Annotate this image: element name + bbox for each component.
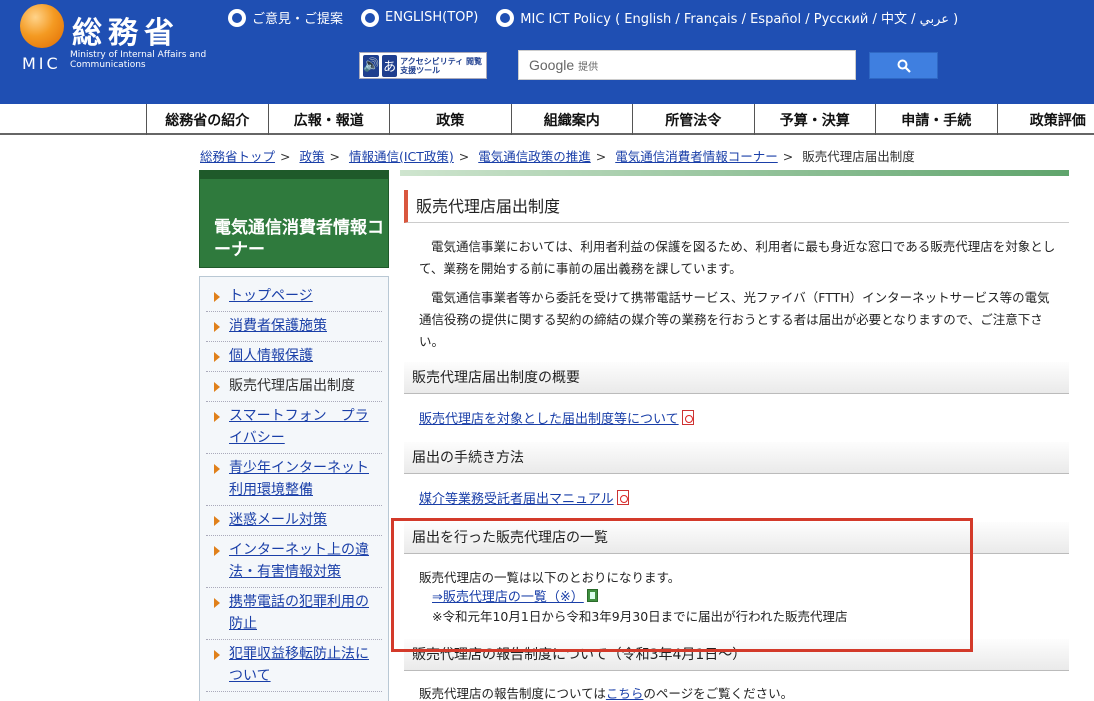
top-link-ict-policy[interactable]: MIC ICT Policy ( English / Français / Es… <box>496 8 958 27</box>
nav-evaluation[interactable]: 政策評価 <box>996 104 1094 135</box>
logo-japanese-text: 総務省 <box>72 16 180 51</box>
intro-paragraph-1: 電気通信事業においては、利用者利益の保護を図るため、利用者に最も身近な窓口である… <box>419 239 1056 276</box>
bullet-circle-icon <box>361 8 380 27</box>
arrow-right-icon <box>214 292 220 302</box>
logo-emblem-icon <box>20 4 64 48</box>
highlight-annotation-box <box>391 518 973 652</box>
sidebar-item-mobile-crime[interactable]: 携帯電話の犯罪利用の防止 <box>206 588 382 640</box>
arrow-right-icon <box>214 516 220 526</box>
nav-budget[interactable]: 予算・決算 <box>753 104 876 135</box>
sidebar-item-label: 犯罪収益移転防止法について <box>229 646 369 684</box>
nav-organization[interactable]: 組織案内 <box>510 104 633 135</box>
sidebar-item-youth-internet[interactable]: 青少年インターネット利用環境整備 <box>206 454 382 506</box>
reporting-text-pre: 販売代理店の報告制度については <box>419 686 606 701</box>
pdf-icon <box>681 410 694 425</box>
sidebar-item-criminal-proceeds[interactable]: 犯罪収益移転防止法について <box>206 640 382 692</box>
sidebar-menu: トップページ 消費者保護施策 個人情報保護 販売代理店届出制度 スマートフォン … <box>199 276 389 701</box>
sidebar-item-label: 携帯電話の犯罪利用の防止 <box>229 594 369 632</box>
search-brand-sub: 提供 <box>578 61 599 73</box>
sidebar-item-label: トップページ <box>229 288 313 304</box>
speaker-icon: 🔊 <box>363 54 380 77</box>
site-header: 総務省 MIC Ministry of Internal Affairs and… <box>0 0 1094 104</box>
nav-applications[interactable]: 申請・手続 <box>875 104 997 135</box>
sidebar-item-consumer-protection[interactable]: 消費者保護施策 <box>206 312 382 342</box>
logo-mic-text: MIC <box>22 54 61 73</box>
nav-about[interactable]: 総務省の紹介 <box>146 104 268 135</box>
top-link-feedback[interactable]: ご意見・ご提案 <box>228 8 343 27</box>
intro-paragraph-2: 電気通信事業者等から委託を受けて携帯電話サービス、光ファイバ（FTTH）インター… <box>419 290 1050 349</box>
bullet-circle-icon <box>496 8 515 27</box>
overview-link-label: 販売代理店を対象とした届出制度等について <box>419 412 679 427</box>
sidebar-item-top[interactable]: トップページ <box>206 282 382 312</box>
sidebar-item-illegal-info[interactable]: インターネット上の違法・有害情報対策 <box>206 536 382 588</box>
arrow-right-icon <box>214 598 220 608</box>
breadcrumb-link[interactable]: 政策 <box>299 149 324 164</box>
accessibility-tool-button[interactable]: 🔊 あ アクセシビリティ 閲覧支援ツール <box>359 52 487 79</box>
section-heading-overview: 販売代理店届出制度の概要 <box>404 362 1069 394</box>
content-top-bar <box>400 170 1069 176</box>
accessibility-label: アクセシビリティ 閲覧支援ツール <box>400 56 483 75</box>
mic-logo[interactable]: 総務省 MIC Ministry of Internal Affairs and… <box>20 4 206 74</box>
nav-policy[interactable]: 政策 <box>389 104 511 135</box>
top-link-label: ENGLISH(TOP) <box>385 10 479 25</box>
sidebar-item-label: 個人情報保護 <box>229 348 313 364</box>
manual-link-label: 媒介等業務受託者届出マニュアル <box>419 492 614 507</box>
nav-laws[interactable]: 所管法令 <box>632 104 754 135</box>
pdf-icon <box>616 490 629 505</box>
breadcrumb-link[interactable]: 電気通信政策の推進 <box>478 149 591 164</box>
search-icon <box>897 59 911 73</box>
manual-link[interactable]: 媒介等業務受託者届出マニュアル <box>419 488 629 507</box>
arrow-right-icon <box>214 352 220 362</box>
breadcrumb-link[interactable]: 電気通信消費者情報コーナー <box>615 149 778 164</box>
breadcrumb-link[interactable]: 情報通信(ICT政策) <box>349 149 454 164</box>
sidebar-title-banner[interactable]: 電気通信消費者情報コーナー <box>199 170 389 268</box>
bullet-circle-icon <box>228 8 246 27</box>
top-links: ご意見・ご提案 ENGLISH(TOP) MIC ICT Policy ( En… <box>228 8 958 27</box>
overview-link[interactable]: 販売代理店を対象とした届出制度等について <box>419 408 694 427</box>
reporting-text-post: のページをご覧ください。 <box>643 686 794 701</box>
sidebar-item-label: 迷惑メール対策 <box>229 512 327 528</box>
hiragana-a-icon: あ <box>382 54 398 77</box>
sidebar-item-privacy[interactable]: 個人情報保護 <box>206 342 382 372</box>
global-nav: 総務省の紹介 広報・報道 政策 組織案内 所管法令 予算・決算 申請・手続 政策… <box>0 104 1094 135</box>
sidebar-item-label: インターネット上の違法・有害情報対策 <box>229 542 369 580</box>
page-title: 販売代理店届出制度 <box>404 190 1069 223</box>
nav-press[interactable]: 広報・報道 <box>267 104 390 135</box>
arrow-right-icon <box>214 382 220 392</box>
breadcrumb-link[interactable]: 総務省トップ <box>200 149 275 164</box>
arrow-right-icon <box>214 650 220 660</box>
search-input[interactable]: Google 提供 <box>518 50 856 80</box>
sidebar-item-label: 販売代理店届出制度 <box>229 378 355 394</box>
sidebar-item-spam[interactable]: 迷惑メール対策 <box>206 506 382 536</box>
reporting-description: 販売代理店の報告制度についてはこちらのページをご覧ください。 <box>419 683 793 701</box>
search-brand: Google <box>529 57 575 73</box>
sidebar-item-label: スマートフォン プライバシー <box>229 408 369 446</box>
sidebar-item-label: 青少年インターネット利用環境整備 <box>229 460 369 498</box>
sidebar-item-label: 消費者保護施策 <box>229 318 327 334</box>
top-link-english[interactable]: ENGLISH(TOP) <box>361 8 479 27</box>
breadcrumb: 総務省トップ > 政策 > 情報通信(ICT政策) > 電気通信政策の推進 > 電気通信… <box>200 149 915 164</box>
sidebar-title: 電気通信消費者情報コーナー <box>214 218 384 260</box>
logo-english-text: Ministry of Internal Affairs and Communi… <box>70 50 207 70</box>
breadcrumb-current: 販売代理店届出制度 <box>802 149 915 164</box>
section-heading-procedure: 届出の手続き方法 <box>404 442 1069 474</box>
sidebar-item-agency-notification[interactable]: 販売代理店届出制度 <box>206 372 382 402</box>
arrow-right-icon <box>214 546 220 556</box>
arrow-right-icon <box>214 412 220 422</box>
top-link-label: MIC ICT Policy ( English / Français / Es… <box>520 12 959 27</box>
reporting-link[interactable]: こちら <box>606 686 644 701</box>
arrow-right-icon <box>214 322 220 332</box>
top-link-label: ご意見・ご提案 <box>252 12 344 27</box>
arrow-right-icon <box>214 464 220 474</box>
search-button[interactable] <box>869 52 938 79</box>
sidebar-item-smartphone-privacy[interactable]: スマートフォン プライバシー <box>206 402 382 454</box>
